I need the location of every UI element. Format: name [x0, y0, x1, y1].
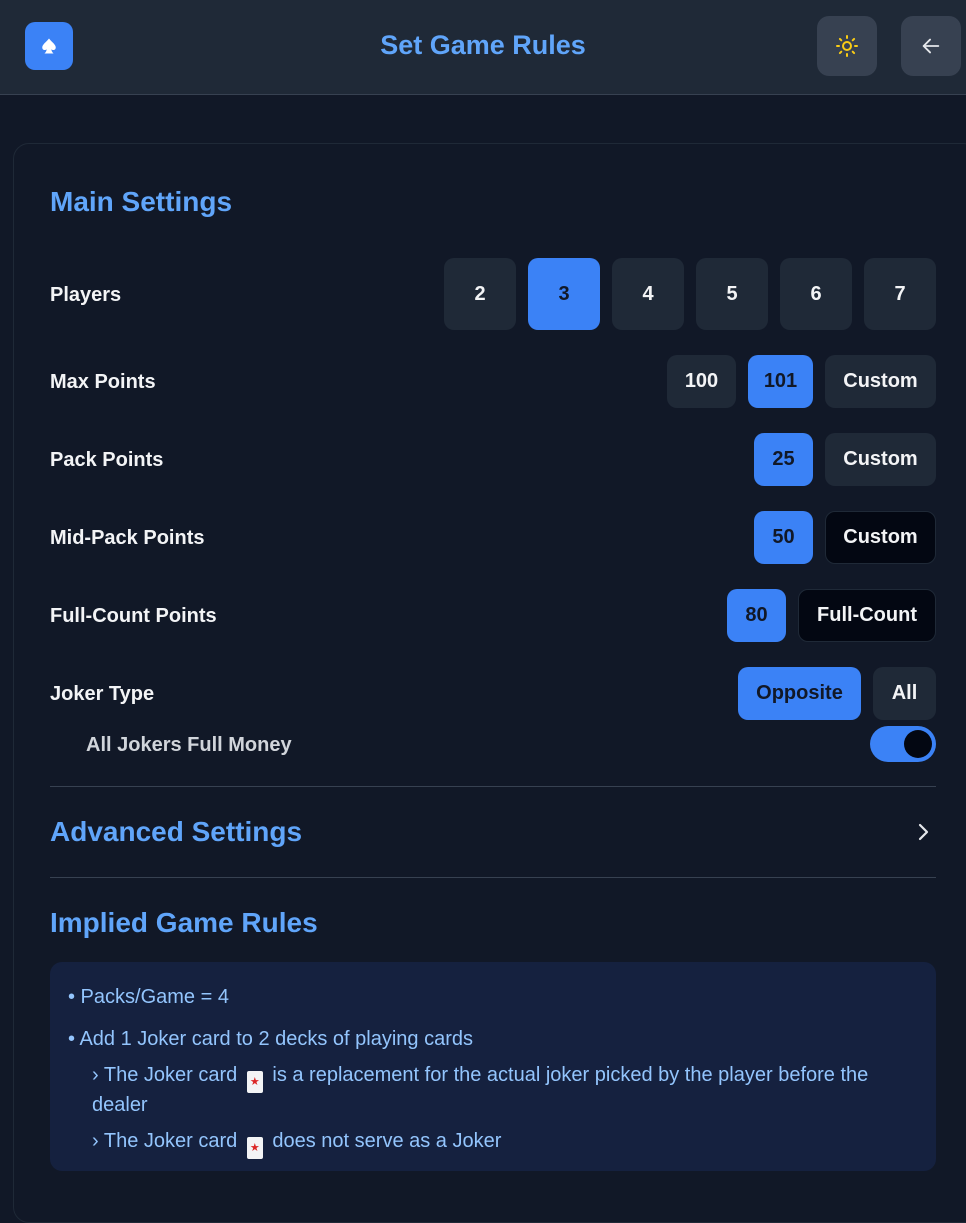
- divider: [50, 786, 936, 787]
- rule-sub-item: › The Joker card ★ is a replacement for …: [92, 1060, 922, 1093]
- rule-item: • Packs/Game = 4: [68, 986, 229, 1008]
- players-option-2[interactable]: 2: [444, 258, 516, 330]
- rule-sub-item-suffix: is a replacement for the actual joker pi…: [272, 1064, 869, 1086]
- pack-points-label: Pack Points: [50, 449, 164, 471]
- sun-icon: [836, 35, 858, 57]
- joker-card-icon: ★: [246, 1071, 263, 1093]
- players-label: Players: [50, 284, 122, 306]
- rule-sub-item: › The Joker card ★ does not serve as a J…: [92, 1126, 501, 1159]
- app-header: Set Game Rules: [0, 0, 966, 95]
- advanced-settings-toggle[interactable]: [914, 820, 934, 849]
- joker-card-icon: ★: [246, 1137, 263, 1159]
- implied-rules-title: Implied Game Rules: [50, 907, 318, 938]
- full-count-points-option-80[interactable]: 80: [727, 589, 786, 642]
- rule-sub-item-prefix: › The Joker card: [92, 1064, 238, 1086]
- all-jokers-full-money-label: All Jokers Full Money: [86, 734, 292, 756]
- rule-sub-item-suffix: does not serve as a Joker: [272, 1130, 502, 1152]
- pack-points-option-25[interactable]: 25: [754, 433, 813, 486]
- full-count-button[interactable]: Full-Count: [798, 589, 936, 642]
- mid-pack-points-option-50[interactable]: 50: [754, 511, 813, 564]
- rule-item: • Add 1 Joker card to 2 decks of playing…: [68, 1028, 473, 1050]
- main-settings-title: Main Settings: [50, 186, 233, 217]
- pack-points-custom-button[interactable]: Custom: [825, 433, 936, 486]
- mid-pack-points-custom-button[interactable]: Custom: [825, 511, 936, 564]
- max-points-label: Max Points: [50, 371, 156, 393]
- rule-sub-item-continuation: dealer: [92, 1094, 148, 1116]
- players-option-7[interactable]: 7: [864, 258, 936, 330]
- max-points-custom-button[interactable]: Custom: [825, 355, 936, 408]
- joker-type-all-button[interactable]: All: [873, 667, 936, 720]
- rule-sub-item-prefix: › The Joker card: [92, 1130, 238, 1152]
- divider: [50, 877, 936, 878]
- max-points-option-101[interactable]: 101: [748, 355, 813, 408]
- back-button[interactable]: [901, 16, 961, 76]
- players-option-5[interactable]: 5: [696, 258, 768, 330]
- all-jokers-full-money-toggle[interactable]: [870, 726, 936, 762]
- advanced-settings-title[interactable]: Advanced Settings: [50, 816, 302, 848]
- chevron-right-icon: [918, 823, 929, 841]
- players-option-6[interactable]: 6: [780, 258, 852, 330]
- mid-pack-points-label: Mid-Pack Points: [50, 527, 205, 549]
- theme-toggle-button[interactable]: [817, 16, 877, 76]
- full-count-points-label: Full-Count Points: [50, 605, 217, 627]
- joker-type-label: Joker Type: [50, 683, 155, 705]
- max-points-option-100[interactable]: 100: [667, 355, 736, 408]
- players-option-4[interactable]: 4: [612, 258, 684, 330]
- players-option-3[interactable]: 3: [528, 258, 600, 330]
- toggle-knob: [904, 730, 932, 758]
- joker-type-opposite-button[interactable]: Opposite: [738, 667, 861, 720]
- arrow-left-icon: [922, 38, 940, 54]
